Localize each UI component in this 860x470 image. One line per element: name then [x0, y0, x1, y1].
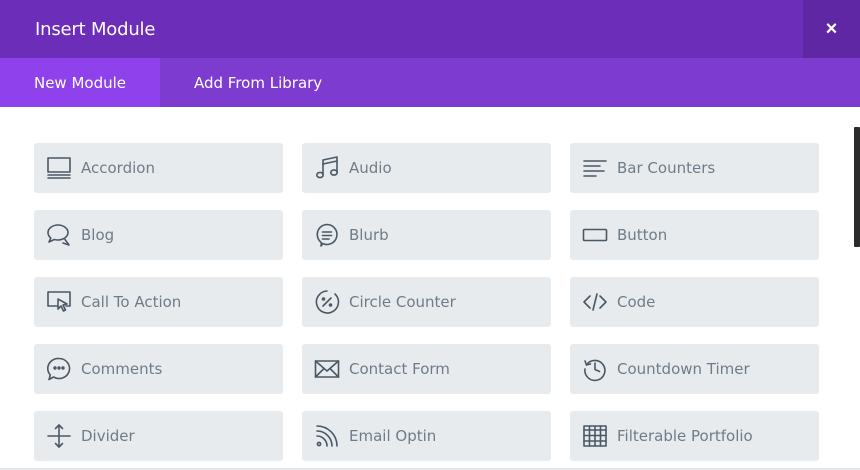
module-label: Blog: [81, 226, 115, 244]
module-button[interactable]: Button: [570, 210, 819, 260]
module-email-optin[interactable]: Email Optin: [302, 411, 551, 461]
tab-new-module[interactable]: New Module: [0, 58, 160, 107]
module-countdown-timer[interactable]: Countdown Timer: [570, 344, 819, 394]
module-label: Countdown Timer: [617, 360, 750, 378]
module-label: Comments: [81, 360, 163, 378]
module-label: Bar Counters: [617, 159, 716, 177]
grid-table-icon: [581, 422, 609, 450]
tab-add-from-library[interactable]: Add From Library: [194, 58, 322, 107]
module-label: Email Optin: [349, 427, 437, 445]
module-label: Filterable Portfolio: [617, 427, 753, 445]
tab-bar: New Module Add From Library: [0, 58, 860, 107]
scrollbar[interactable]: [854, 127, 860, 247]
speech-bubble-icon: [313, 221, 341, 249]
module-label: Audio: [349, 159, 392, 177]
cursor-screen-icon: [45, 288, 73, 316]
module-contact-form[interactable]: Contact Form: [302, 344, 551, 394]
comment-dots-icon: [45, 355, 73, 383]
module-blog[interactable]: Blog: [34, 210, 283, 260]
module-list: Accordion Audio Bar Counters Blog Blurb …: [0, 107, 860, 470]
module-accordion[interactable]: Accordion: [34, 143, 283, 193]
module-label: Button: [617, 226, 668, 244]
module-label: Code: [617, 293, 656, 311]
module-label: Call To Action: [81, 293, 182, 311]
module-code[interactable]: Code: [570, 277, 819, 327]
dialog-title: Insert Module: [35, 19, 156, 40]
accordion-icon: [45, 154, 73, 182]
module-bar-counters[interactable]: Bar Counters: [570, 143, 819, 193]
music-note-icon: [313, 154, 341, 182]
module-label: Divider: [81, 427, 135, 445]
chat-bubbles-icon: [45, 221, 73, 249]
divider-arrows-icon: [45, 422, 73, 450]
envelope-icon: [313, 355, 341, 383]
close-button[interactable]: ×: [803, 0, 860, 58]
close-icon: ×: [825, 17, 838, 40]
bar-counters-icon: [581, 154, 609, 182]
module-label: Accordion: [81, 159, 155, 177]
module-filterable-portfolio[interactable]: Filterable Portfolio: [570, 411, 819, 461]
module-label: Circle Counter: [349, 293, 456, 311]
module-label: Contact Form: [349, 360, 450, 378]
button-rectangle-icon: [581, 221, 609, 249]
dialog-header: Insert Module ×: [0, 0, 860, 58]
module-label: Blurb: [349, 226, 389, 244]
module-circle-counter[interactable]: Circle Counter: [302, 277, 551, 327]
module-blurb[interactable]: Blurb: [302, 210, 551, 260]
circle-percent-icon: [313, 288, 341, 316]
code-brackets-icon: [581, 288, 609, 316]
module-call-to-action[interactable]: Call To Action: [34, 277, 283, 327]
module-audio[interactable]: Audio: [302, 143, 551, 193]
module-comments[interactable]: Comments: [34, 344, 283, 394]
rss-icon: [313, 422, 341, 450]
module-divider[interactable]: Divider: [34, 411, 283, 461]
history-clock-icon: [581, 355, 609, 383]
